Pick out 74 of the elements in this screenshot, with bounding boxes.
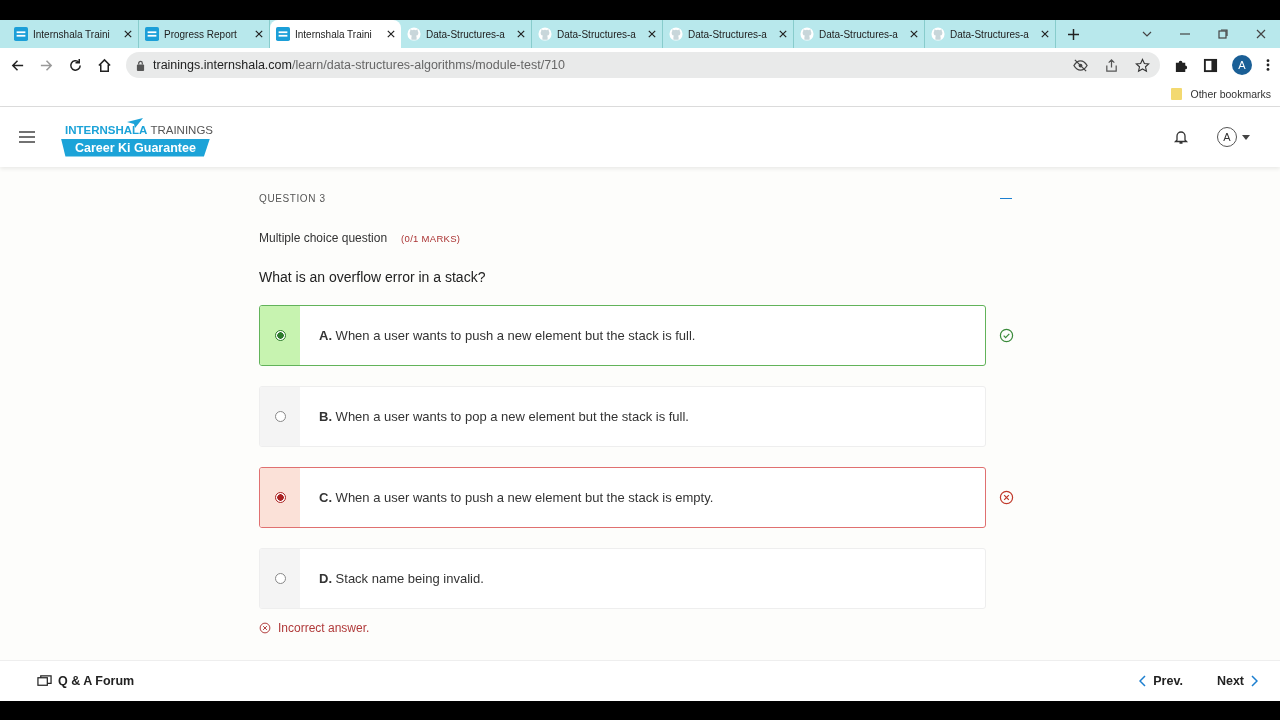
close-icon[interactable] bbox=[255, 30, 263, 38]
folder-icon bbox=[1171, 88, 1183, 100]
github-icon bbox=[669, 27, 683, 41]
radio-button[interactable] bbox=[274, 411, 286, 422]
restore-icon[interactable] bbox=[1218, 29, 1228, 39]
feedback-text: Incorrect answer. bbox=[278, 621, 370, 635]
tab-title: Data-Structures-a bbox=[426, 28, 506, 40]
github-icon bbox=[407, 27, 421, 41]
share-icon[interactable] bbox=[1104, 57, 1119, 73]
question-number: QUESTION 3 bbox=[259, 193, 326, 204]
tagline-banner: Career Ki Guarantee bbox=[61, 138, 210, 157]
tab-title: Data-Structures-a bbox=[557, 28, 637, 40]
close-icon[interactable] bbox=[124, 30, 132, 38]
forum-button[interactable]: Q & A Forum bbox=[35, 671, 137, 691]
chevron-right-icon bbox=[1250, 675, 1258, 687]
github-icon bbox=[800, 27, 814, 41]
previous-button[interactable]: Prev. bbox=[1137, 672, 1185, 690]
close-icon[interactable] bbox=[910, 30, 918, 38]
answer-option[interactable]: A. When a user wants to push a new element but the stack is full. bbox=[259, 305, 986, 366]
address-bar[interactable]: trainings.internshala.com/learn/data-structures-algorithms/module-test/710 bbox=[126, 52, 1160, 78]
browser-tab[interactable]: Internshala Traini bbox=[270, 20, 401, 48]
answer-option[interactable]: C. When a user wants to push a new element but the stack is empty. bbox=[259, 467, 986, 528]
site-favicon-icon bbox=[14, 27, 28, 41]
paper-plane-icon bbox=[127, 117, 143, 128]
answer-option[interactable]: D. Stack name being invalid. bbox=[259, 548, 986, 609]
close-icon[interactable] bbox=[1256, 29, 1266, 39]
option-text: C. When a user wants to push a new element but the stack is empty. bbox=[319, 490, 714, 505]
option-text: D. Stack name being invalid. bbox=[319, 571, 484, 586]
site-favicon-icon bbox=[145, 27, 159, 41]
url-text: trainings.internshala.com/learn/data-structures-algorithms/module-test/710 bbox=[153, 58, 565, 72]
tab-title: Internshala Traini bbox=[33, 28, 111, 40]
close-icon[interactable] bbox=[1041, 30, 1049, 38]
bell-icon[interactable] bbox=[1173, 129, 1189, 145]
tab-list-icon[interactable] bbox=[1142, 29, 1152, 39]
close-icon[interactable] bbox=[779, 30, 787, 38]
chat-icon bbox=[37, 673, 52, 689]
github-icon bbox=[538, 27, 552, 41]
tab-title: Internshala Traini bbox=[295, 28, 373, 40]
option-text: B. When a user wants to pop a new element but the stack is full. bbox=[319, 409, 689, 424]
cross-circle-icon bbox=[259, 622, 271, 634]
home-icon[interactable] bbox=[97, 57, 112, 73]
tab-title: Data-Structures-a bbox=[819, 28, 899, 40]
collapse-icon[interactable] bbox=[1000, 197, 1012, 200]
profile-avatar[interactable]: A bbox=[1232, 55, 1252, 75]
new-tab-icon[interactable] bbox=[1068, 28, 1079, 40]
side-panel-icon[interactable] bbox=[1203, 57, 1218, 73]
cross-circle-icon bbox=[999, 490, 1014, 505]
reload-icon[interactable] bbox=[68, 57, 83, 73]
radio-button[interactable] bbox=[274, 492, 286, 503]
close-icon[interactable] bbox=[387, 30, 395, 38]
tab-title: Data-Structures-a bbox=[950, 28, 1030, 40]
marks-label: (0/1 MARKS) bbox=[401, 232, 461, 244]
lock-icon bbox=[136, 59, 145, 71]
bookmark-link[interactable]: Other bookmarks bbox=[1190, 88, 1271, 100]
caret-icon[interactable] bbox=[1242, 134, 1250, 140]
chevron-left-icon bbox=[1139, 675, 1148, 687]
close-icon[interactable] bbox=[517, 30, 525, 38]
tab-title: Progress Report bbox=[164, 28, 238, 40]
next-button[interactable]: Next bbox=[1214, 672, 1260, 690]
logo-text: INTERNSHALA TRAININGS bbox=[65, 123, 214, 136]
question-type: Multiple choice question bbox=[259, 231, 388, 245]
radio-button[interactable] bbox=[274, 330, 286, 341]
site-favicon-icon bbox=[276, 27, 290, 41]
answer-option[interactable]: B. When a user wants to pop a new element but the stack is full. bbox=[259, 386, 986, 447]
tab-title: Data-Structures-a bbox=[688, 28, 768, 40]
menu-icon[interactable] bbox=[1266, 58, 1270, 72]
question-text: What is an overflow error in a stack? bbox=[259, 269, 487, 285]
github-icon bbox=[931, 27, 945, 41]
star-icon[interactable] bbox=[1135, 57, 1150, 73]
radio-button[interactable] bbox=[274, 573, 286, 584]
option-text: A. When a user wants to push a new element but the stack is full. bbox=[319, 328, 696, 343]
close-icon[interactable] bbox=[648, 30, 656, 38]
eye-off-icon[interactable] bbox=[1073, 57, 1088, 73]
check-circle-icon bbox=[999, 328, 1014, 343]
